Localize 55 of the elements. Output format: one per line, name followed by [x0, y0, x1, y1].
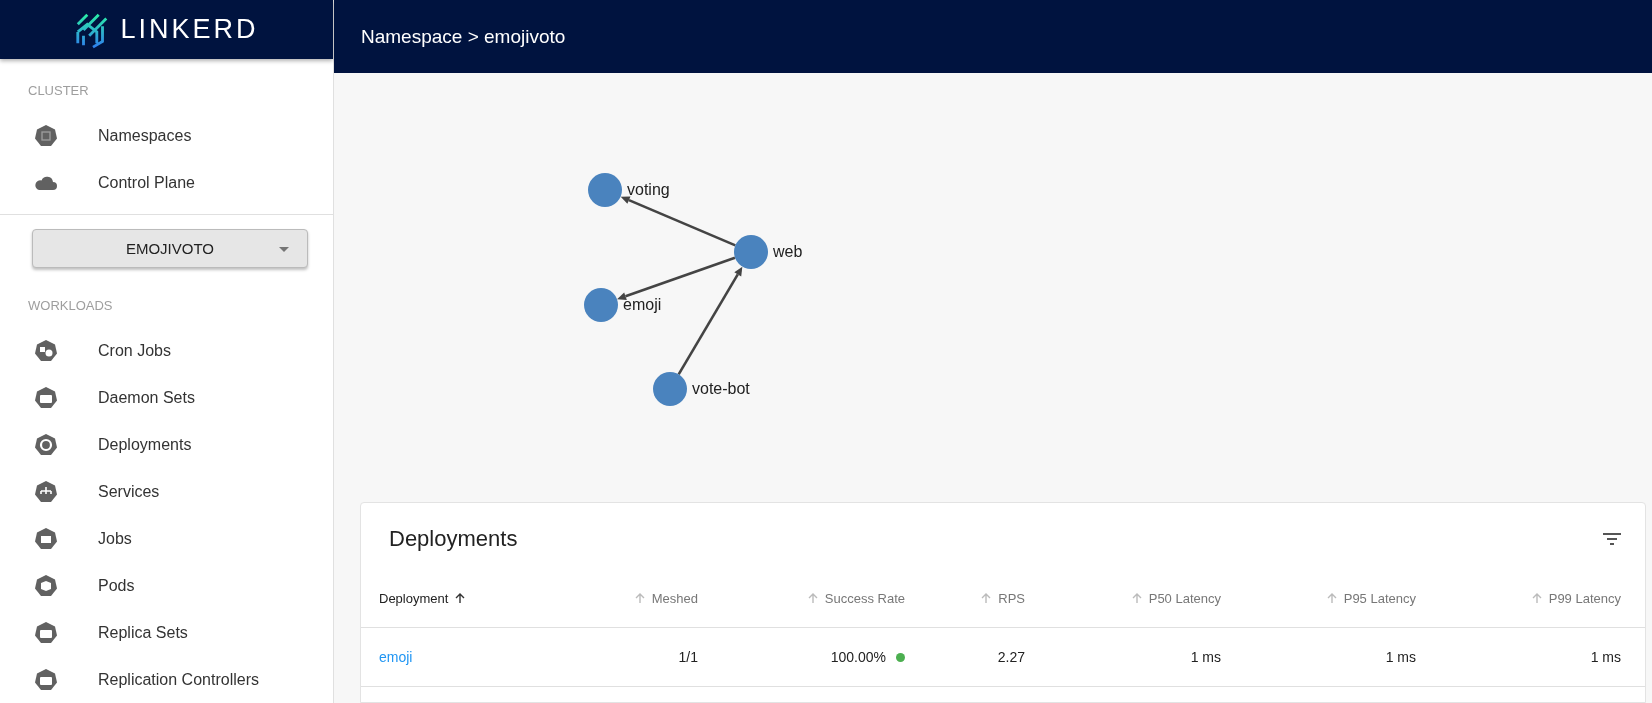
node-label: web [773, 243, 803, 260]
sort-arrow-icon [633, 592, 646, 604]
sort-arrow-icon [1325, 592, 1338, 604]
hexagon-icon [34, 667, 58, 692]
hexagon-icon [34, 123, 58, 148]
graph-node[interactable] [734, 235, 768, 269]
table-cell: 1 ms [1190, 649, 1221, 665]
hexagon-icon [34, 338, 58, 363]
graph-node[interactable] [584, 288, 618, 322]
hexagon-icon [34, 620, 58, 645]
column-header[interactable]: Success Rate [698, 590, 905, 606]
table-cell: 2.27 [997, 649, 1025, 665]
column-header[interactable]: Deployment [379, 590, 559, 606]
sidebar-item[interactable]: Daemon Sets [0, 374, 333, 421]
sidebar-item[interactable]: Cron Jobs [0, 327, 333, 374]
sidebar-item[interactable]: Control Plane [0, 159, 333, 206]
card-title: Deployments [389, 526, 518, 552]
table-cell: 100.00% [830, 649, 886, 665]
section-heading: WORKLOADS [27, 297, 114, 315]
sort-arrow-icon [980, 592, 993, 604]
sidebar-item[interactable]: Jobs [0, 515, 333, 562]
node-label: voting [627, 181, 670, 198]
filter-icon[interactable] [1603, 533, 1621, 545]
hexagon-icon [34, 526, 58, 551]
namespace-dropdown[interactable]: EMOJIVOTO [32, 229, 308, 268]
hexagon-icon [34, 385, 58, 410]
brand-name: LINKERD [120, 14, 259, 45]
sidebar-item[interactable]: Namespaces [0, 112, 333, 159]
table-cell: 1 ms [1385, 649, 1416, 665]
sidebar-item[interactable]: Services [0, 468, 333, 515]
sidebar-item[interactable]: Replica Sets [0, 609, 333, 656]
graph-node[interactable] [653, 372, 687, 406]
sort-arrow-icon [1130, 592, 1143, 604]
hexagon-icon [34, 432, 58, 457]
graph-node[interactable] [588, 173, 622, 207]
column-header[interactable]: Meshed [559, 590, 698, 606]
sort-arrow-icon [454, 592, 467, 604]
sidebar-item[interactable]: Pods [0, 562, 333, 609]
table-cell: 1 ms [1590, 649, 1621, 665]
hexagon-icon [34, 573, 58, 598]
column-header[interactable]: RPS [905, 590, 1025, 606]
column-header[interactable]: P99 Latency [1416, 590, 1621, 606]
column-header[interactable]: P95 Latency [1221, 590, 1416, 606]
sidebar-item[interactable]: Deployments [0, 421, 333, 468]
caret-icon [279, 247, 289, 252]
column-header[interactable]: P50 Latency [1025, 590, 1221, 606]
node-label: vote-bot [692, 380, 750, 397]
node-label: emoji [623, 296, 662, 313]
breadcrumb: Namespace > emojivoto [361, 25, 566, 48]
sidebar-item[interactable]: Replication Controllers [0, 656, 333, 703]
sort-arrow-icon [806, 592, 819, 604]
sort-arrow-icon [1530, 592, 1543, 604]
section-heading: CLUSTER [27, 82, 90, 100]
table-cell: 1/1 [678, 649, 698, 665]
hexagon-icon [34, 479, 58, 504]
